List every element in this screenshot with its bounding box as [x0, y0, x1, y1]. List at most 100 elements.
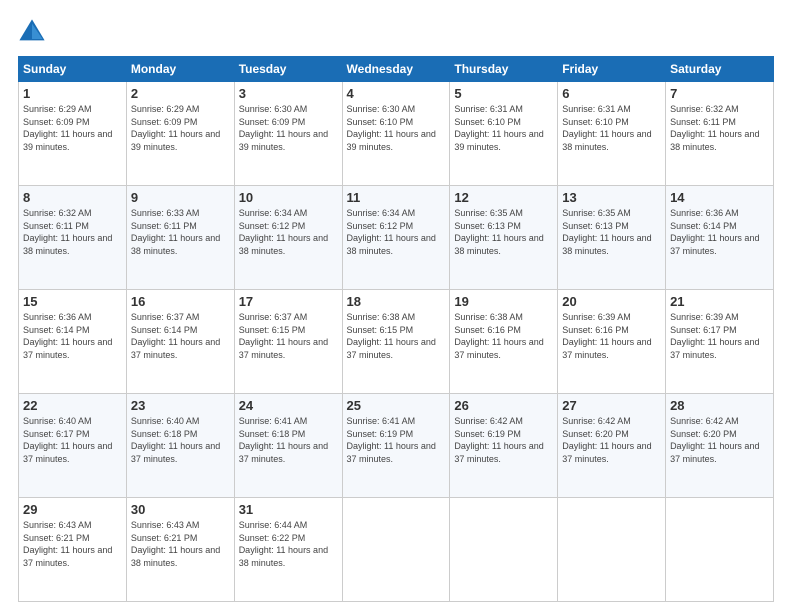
calendar-cell: 2 Sunrise: 6:29 AMSunset: 6:09 PMDayligh…	[126, 82, 234, 186]
cell-info: Sunrise: 6:34 AMSunset: 6:12 PMDaylight:…	[347, 208, 436, 256]
calendar-cell: 10 Sunrise: 6:34 AMSunset: 6:12 PMDaylig…	[234, 186, 342, 290]
day-number: 5	[454, 86, 553, 101]
col-wednesday: Wednesday	[342, 57, 450, 82]
col-tuesday: Tuesday	[234, 57, 342, 82]
day-number: 3	[239, 86, 338, 101]
cell-info: Sunrise: 6:30 AMSunset: 6:10 PMDaylight:…	[347, 104, 436, 152]
cell-info: Sunrise: 6:41 AMSunset: 6:19 PMDaylight:…	[347, 416, 436, 464]
cell-info: Sunrise: 6:33 AMSunset: 6:11 PMDaylight:…	[131, 208, 220, 256]
cell-info: Sunrise: 6:35 AMSunset: 6:13 PMDaylight:…	[562, 208, 651, 256]
calendar-cell: 16 Sunrise: 6:37 AMSunset: 6:14 PMDaylig…	[126, 290, 234, 394]
calendar-cell: 28 Sunrise: 6:42 AMSunset: 6:20 PMDaylig…	[666, 394, 774, 498]
calendar-cell: 22 Sunrise: 6:40 AMSunset: 6:17 PMDaylig…	[19, 394, 127, 498]
calendar-cell: 24 Sunrise: 6:41 AMSunset: 6:18 PMDaylig…	[234, 394, 342, 498]
cell-info: Sunrise: 6:29 AMSunset: 6:09 PMDaylight:…	[131, 104, 220, 152]
logo-icon	[18, 18, 46, 46]
cell-info: Sunrise: 6:32 AMSunset: 6:11 PMDaylight:…	[670, 104, 759, 152]
calendar-cell: 19 Sunrise: 6:38 AMSunset: 6:16 PMDaylig…	[450, 290, 558, 394]
calendar-cell: 30 Sunrise: 6:43 AMSunset: 6:21 PMDaylig…	[126, 498, 234, 602]
calendar-cell: 17 Sunrise: 6:37 AMSunset: 6:15 PMDaylig…	[234, 290, 342, 394]
col-sunday: Sunday	[19, 57, 127, 82]
day-number: 13	[562, 190, 661, 205]
header	[18, 18, 774, 46]
day-number: 21	[670, 294, 769, 309]
calendar-week-3: 15 Sunrise: 6:36 AMSunset: 6:14 PMDaylig…	[19, 290, 774, 394]
calendar-week-4: 22 Sunrise: 6:40 AMSunset: 6:17 PMDaylig…	[19, 394, 774, 498]
day-number: 11	[347, 190, 446, 205]
cell-info: Sunrise: 6:39 AMSunset: 6:16 PMDaylight:…	[562, 312, 651, 360]
day-number: 4	[347, 86, 446, 101]
calendar-cell	[666, 498, 774, 602]
day-number: 30	[131, 502, 230, 517]
calendar-cell	[342, 498, 450, 602]
day-number: 8	[23, 190, 122, 205]
calendar-cell: 9 Sunrise: 6:33 AMSunset: 6:11 PMDayligh…	[126, 186, 234, 290]
col-saturday: Saturday	[666, 57, 774, 82]
calendar-cell: 4 Sunrise: 6:30 AMSunset: 6:10 PMDayligh…	[342, 82, 450, 186]
cell-info: Sunrise: 6:38 AMSunset: 6:16 PMDaylight:…	[454, 312, 543, 360]
cell-info: Sunrise: 6:40 AMSunset: 6:17 PMDaylight:…	[23, 416, 112, 464]
day-number: 17	[239, 294, 338, 309]
calendar-cell: 14 Sunrise: 6:36 AMSunset: 6:14 PMDaylig…	[666, 186, 774, 290]
calendar-cell: 29 Sunrise: 6:43 AMSunset: 6:21 PMDaylig…	[19, 498, 127, 602]
calendar-cell: 27 Sunrise: 6:42 AMSunset: 6:20 PMDaylig…	[558, 394, 666, 498]
calendar-cell: 12 Sunrise: 6:35 AMSunset: 6:13 PMDaylig…	[450, 186, 558, 290]
calendar-cell: 20 Sunrise: 6:39 AMSunset: 6:16 PMDaylig…	[558, 290, 666, 394]
calendar-header-row: Sunday Monday Tuesday Wednesday Thursday…	[19, 57, 774, 82]
calendar-cell: 1 Sunrise: 6:29 AMSunset: 6:09 PMDayligh…	[19, 82, 127, 186]
day-number: 9	[131, 190, 230, 205]
day-number: 7	[670, 86, 769, 101]
day-number: 20	[562, 294, 661, 309]
calendar-cell: 23 Sunrise: 6:40 AMSunset: 6:18 PMDaylig…	[126, 394, 234, 498]
calendar-cell: 21 Sunrise: 6:39 AMSunset: 6:17 PMDaylig…	[666, 290, 774, 394]
cell-info: Sunrise: 6:31 AMSunset: 6:10 PMDaylight:…	[454, 104, 543, 152]
cell-info: Sunrise: 6:31 AMSunset: 6:10 PMDaylight:…	[562, 104, 651, 152]
cell-info: Sunrise: 6:44 AMSunset: 6:22 PMDaylight:…	[239, 520, 328, 568]
cell-info: Sunrise: 6:42 AMSunset: 6:20 PMDaylight:…	[562, 416, 651, 464]
day-number: 25	[347, 398, 446, 413]
cell-info: Sunrise: 6:35 AMSunset: 6:13 PMDaylight:…	[454, 208, 543, 256]
calendar-cell: 8 Sunrise: 6:32 AMSunset: 6:11 PMDayligh…	[19, 186, 127, 290]
page: Sunday Monday Tuesday Wednesday Thursday…	[0, 0, 792, 612]
col-monday: Monday	[126, 57, 234, 82]
cell-info: Sunrise: 6:29 AMSunset: 6:09 PMDaylight:…	[23, 104, 112, 152]
day-number: 10	[239, 190, 338, 205]
day-number: 27	[562, 398, 661, 413]
day-number: 19	[454, 294, 553, 309]
calendar-week-2: 8 Sunrise: 6:32 AMSunset: 6:11 PMDayligh…	[19, 186, 774, 290]
cell-info: Sunrise: 6:37 AMSunset: 6:15 PMDaylight:…	[239, 312, 328, 360]
day-number: 26	[454, 398, 553, 413]
cell-info: Sunrise: 6:30 AMSunset: 6:09 PMDaylight:…	[239, 104, 328, 152]
calendar-cell: 18 Sunrise: 6:38 AMSunset: 6:15 PMDaylig…	[342, 290, 450, 394]
cell-info: Sunrise: 6:43 AMSunset: 6:21 PMDaylight:…	[23, 520, 112, 568]
calendar-cell: 13 Sunrise: 6:35 AMSunset: 6:13 PMDaylig…	[558, 186, 666, 290]
day-number: 15	[23, 294, 122, 309]
cell-info: Sunrise: 6:38 AMSunset: 6:15 PMDaylight:…	[347, 312, 436, 360]
day-number: 23	[131, 398, 230, 413]
day-number: 16	[131, 294, 230, 309]
calendar-cell: 31 Sunrise: 6:44 AMSunset: 6:22 PMDaylig…	[234, 498, 342, 602]
cell-info: Sunrise: 6:34 AMSunset: 6:12 PMDaylight:…	[239, 208, 328, 256]
day-number: 12	[454, 190, 553, 205]
calendar-cell: 26 Sunrise: 6:42 AMSunset: 6:19 PMDaylig…	[450, 394, 558, 498]
cell-info: Sunrise: 6:43 AMSunset: 6:21 PMDaylight:…	[131, 520, 220, 568]
day-number: 14	[670, 190, 769, 205]
logo	[18, 18, 50, 46]
cell-info: Sunrise: 6:41 AMSunset: 6:18 PMDaylight:…	[239, 416, 328, 464]
calendar-cell	[558, 498, 666, 602]
day-number: 1	[23, 86, 122, 101]
calendar-cell: 25 Sunrise: 6:41 AMSunset: 6:19 PMDaylig…	[342, 394, 450, 498]
calendar-week-1: 1 Sunrise: 6:29 AMSunset: 6:09 PMDayligh…	[19, 82, 774, 186]
calendar-cell: 5 Sunrise: 6:31 AMSunset: 6:10 PMDayligh…	[450, 82, 558, 186]
cell-info: Sunrise: 6:36 AMSunset: 6:14 PMDaylight:…	[23, 312, 112, 360]
calendar-cell: 15 Sunrise: 6:36 AMSunset: 6:14 PMDaylig…	[19, 290, 127, 394]
cell-info: Sunrise: 6:39 AMSunset: 6:17 PMDaylight:…	[670, 312, 759, 360]
calendar-cell: 7 Sunrise: 6:32 AMSunset: 6:11 PMDayligh…	[666, 82, 774, 186]
day-number: 24	[239, 398, 338, 413]
col-friday: Friday	[558, 57, 666, 82]
cell-info: Sunrise: 6:37 AMSunset: 6:14 PMDaylight:…	[131, 312, 220, 360]
cell-info: Sunrise: 6:36 AMSunset: 6:14 PMDaylight:…	[670, 208, 759, 256]
cell-info: Sunrise: 6:32 AMSunset: 6:11 PMDaylight:…	[23, 208, 112, 256]
calendar-cell: 3 Sunrise: 6:30 AMSunset: 6:09 PMDayligh…	[234, 82, 342, 186]
calendar-week-5: 29 Sunrise: 6:43 AMSunset: 6:21 PMDaylig…	[19, 498, 774, 602]
